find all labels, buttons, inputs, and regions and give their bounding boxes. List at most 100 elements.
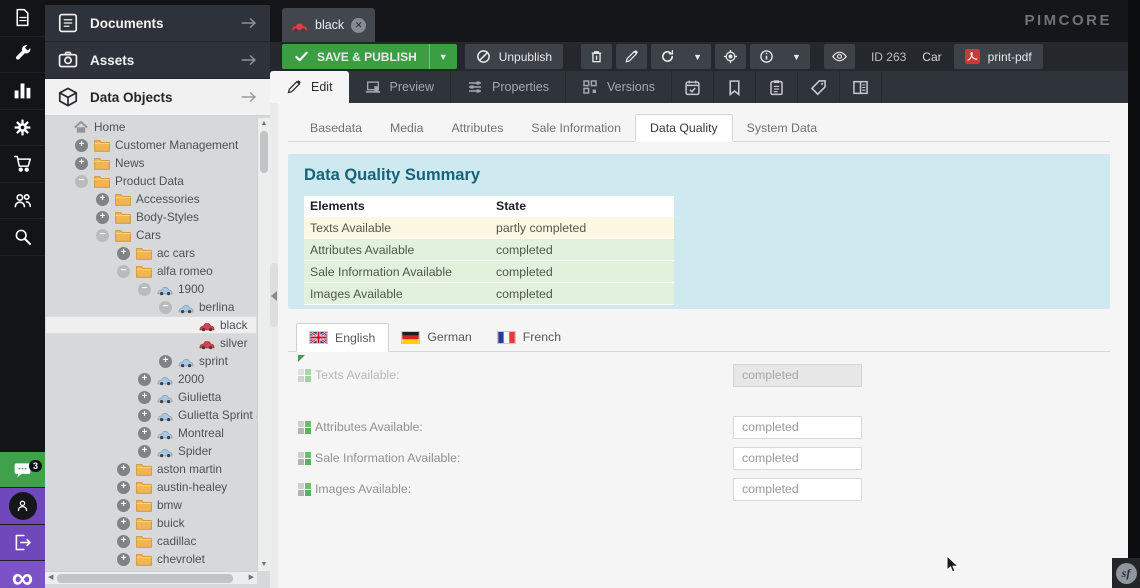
tree-item-montreal[interactable]: +Montreal (45, 424, 257, 442)
accordion-data-objects[interactable]: Data Objects (45, 79, 270, 116)
tab-properties[interactable]: Properties (451, 71, 566, 103)
tab-edit[interactable]: Edit (270, 71, 349, 103)
collapse-icon[interactable]: − (159, 301, 172, 314)
tree-item-body-styles[interactable]: +Body-Styles (45, 208, 257, 226)
object-tab-black[interactable]: black ✕ (282, 8, 375, 42)
expand-icon[interactable]: + (138, 427, 151, 440)
notifications-button[interactable]: 3 (0, 452, 45, 489)
expand-icon[interactable]: + (117, 517, 130, 530)
expand-icon[interactable]: + (138, 391, 151, 404)
accordion-documents[interactable]: Documents (45, 5, 270, 42)
reload-options-caret[interactable]: ▼ (684, 44, 711, 69)
language-tab-german[interactable]: German (389, 323, 484, 351)
tree-item-product-data[interactable]: −Product Data (45, 172, 257, 190)
collapse-icon[interactable]: − (96, 229, 109, 242)
profile-button[interactable] (0, 488, 45, 525)
tools-nav-icon[interactable] (0, 37, 45, 74)
expand-icon[interactable]: + (75, 157, 88, 170)
expand-icon[interactable]: + (117, 553, 130, 566)
rename-button[interactable] (616, 44, 647, 69)
tree-item-silver[interactable]: silver (45, 334, 257, 352)
tree-item-spider[interactable]: +Spider (45, 442, 257, 460)
delete-button[interactable] (581, 44, 612, 69)
tree-item-buick[interactable]: +buick (45, 514, 257, 532)
pimcore-brand-button[interactable]: ∞ (0, 561, 45, 588)
tab-data-quality[interactable]: Data Quality (635, 114, 733, 142)
open-preview-button[interactable] (824, 44, 855, 69)
tree-item-home[interactable]: Home (45, 118, 257, 136)
tree-vertical-scrollbar[interactable]: ▲ ▼ (257, 118, 270, 571)
tree-item-cars[interactable]: −Cars (45, 226, 257, 244)
expand-icon[interactable]: + (117, 499, 130, 512)
scroll-down-icon[interactable]: ▼ (258, 559, 270, 571)
tree-item-ac-cars[interactable]: +ac cars (45, 244, 257, 262)
symfony-debug-toolbar[interactable]: sf (1112, 558, 1140, 588)
info-button[interactable]: ▼ (750, 44, 810, 69)
expand-icon[interactable]: + (117, 481, 130, 494)
tree-item-gulietta-sprint-specia[interactable]: +Gulietta Sprint Specia (45, 406, 257, 424)
save-options-caret[interactable]: ▼ (429, 44, 457, 69)
close-tab-icon[interactable]: ✕ (351, 18, 366, 33)
collapse-tree-icon[interactable] (271, 291, 277, 301)
info-options-caret[interactable]: ▼ (783, 44, 810, 69)
tab-media[interactable]: Media (376, 114, 438, 141)
save-publish-button[interactable]: SAVE & PUBLISH ▼ (282, 44, 457, 69)
tab-attributes[interactable]: Attributes (437, 114, 517, 141)
tab-basedata[interactable]: Basedata (296, 114, 376, 141)
arrow-right-icon[interactable] (240, 53, 258, 67)
tree-item-aston-martin[interactable]: +aston martin (45, 460, 257, 478)
field-value-input[interactable]: completed (733, 447, 862, 470)
expand-icon[interactable]: + (75, 139, 88, 152)
tree-item-2000[interactable]: +2000 (45, 370, 257, 388)
unpublish-button[interactable]: Unpublish (465, 44, 563, 69)
bookmark-button[interactable] (714, 71, 756, 103)
expand-icon[interactable]: + (117, 535, 130, 548)
tree-item-black[interactable]: black (45, 316, 257, 334)
scroll-right-icon[interactable]: ▶ (249, 572, 254, 584)
calendar-button[interactable] (672, 71, 714, 103)
vertical-scroll-thumb[interactable] (260, 131, 268, 173)
tree-item-alfa-romeo[interactable]: −alfa romeo (45, 262, 257, 280)
users-nav-icon[interactable] (0, 183, 45, 220)
locate-in-tree-button[interactable] (715, 44, 746, 69)
columns-button[interactable] (840, 71, 882, 103)
accordion-assets[interactable]: Assets (45, 42, 270, 79)
tree-item-sprint[interactable]: +sprint (45, 352, 257, 370)
clipboard-button[interactable] (756, 71, 798, 103)
panel-splitter[interactable] (270, 103, 278, 588)
tree-item-customer-management[interactable]: +Customer Management (45, 136, 257, 154)
collapse-icon[interactable]: − (117, 265, 130, 278)
language-tab-english[interactable]: English (296, 323, 389, 352)
tree-item-bmw[interactable]: +bmw (45, 496, 257, 514)
settings-nav-icon[interactable] (0, 110, 45, 147)
tree-item-cadillac[interactable]: +cadillac (45, 532, 257, 550)
tab-versions[interactable]: Versions (566, 71, 672, 103)
ecommerce-nav-icon[interactable] (0, 146, 45, 183)
reports-nav-icon[interactable] (0, 73, 45, 110)
tab-preview[interactable]: Preview (349, 71, 451, 103)
language-tab-french[interactable]: French (485, 323, 574, 351)
tree-item-chevrolet[interactable]: +chevrolet (45, 550, 257, 568)
field-value-input[interactable]: completed (733, 416, 862, 439)
tree-item-1900[interactable]: −1900 (45, 280, 257, 298)
tag-button[interactable] (798, 71, 840, 103)
collapse-icon[interactable]: − (75, 175, 88, 188)
tree-item-berlina[interactable]: −berlina (45, 298, 257, 316)
tree-horizontal-scrollbar[interactable]: ◀ ▶ (45, 571, 257, 584)
tree-item-giulietta[interactable]: +Giulietta (45, 388, 257, 406)
reload-button[interactable]: ▼ (651, 44, 711, 69)
tree-item-accessories[interactable]: +Accessories (45, 190, 257, 208)
arrow-right-icon[interactable] (240, 90, 258, 104)
tree-item-austin-healey[interactable]: +austin-healey (45, 478, 257, 496)
arrow-right-icon[interactable] (240, 16, 258, 30)
expand-icon[interactable]: + (159, 355, 172, 368)
print-pdf-button[interactable]: print-pdf (954, 44, 1043, 69)
expand-icon[interactable]: + (138, 445, 151, 458)
expand-icon[interactable]: + (96, 193, 109, 206)
expand-icon[interactable]: + (138, 409, 151, 422)
expand-icon[interactable]: + (96, 211, 109, 224)
tab-sale-information[interactable]: Sale Information (517, 114, 635, 141)
expand-icon[interactable]: + (138, 373, 151, 386)
tree-item-news[interactable]: +News (45, 154, 257, 172)
expand-icon[interactable]: + (117, 463, 130, 476)
